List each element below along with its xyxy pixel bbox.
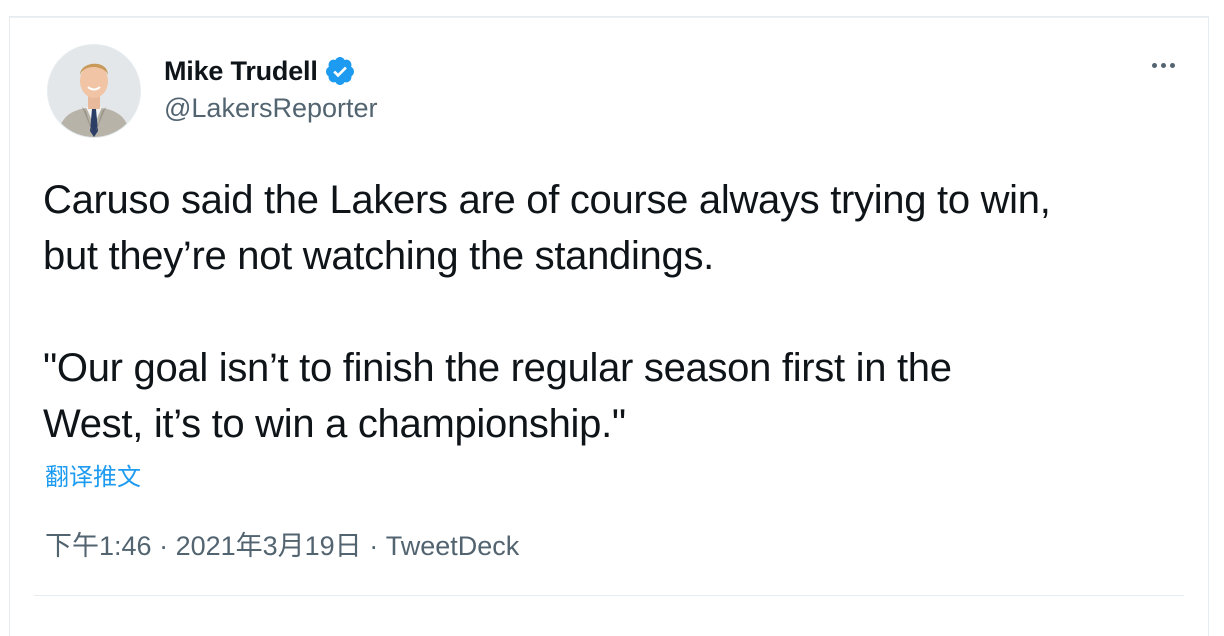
tweet-source[interactable]: TweetDeck — [386, 531, 520, 561]
author-handle[interactable]: @LakersReporter — [164, 93, 378, 124]
tweet-line: "Our goal isn’t to finish the regular se… — [43, 346, 952, 390]
top-divider — [10, 17, 1208, 18]
meta-separator: · — [361, 531, 386, 561]
meta-separator: · — [151, 531, 176, 561]
tweet-line: West, it’s to win a championship." — [43, 402, 626, 446]
bottom-divider — [34, 595, 1184, 596]
avatar-image — [48, 45, 140, 137]
tweet-date[interactable]: 2021年3月19日 — [176, 531, 362, 561]
tweet-meta: 下午1:46 · 2021年3月19日 · TweetDeck — [45, 524, 519, 563]
more-dot — [1169, 62, 1175, 68]
verified-badge-icon — [324, 55, 356, 87]
translate-tweet-link[interactable]: 翻译推文 — [45, 457, 141, 492]
tweet-time[interactable]: 下午1:46 — [45, 531, 152, 561]
more-dot — [1160, 62, 1166, 68]
more-dot — [1151, 62, 1157, 68]
avatar[interactable] — [47, 44, 141, 138]
author-name-row[interactable]: Mike Trudell — [164, 54, 356, 88]
tweet-card: Mike Trudell @LakersReporter Caruso said… — [9, 16, 1209, 636]
tweet-line: Caruso said the Lakers are of course alw… — [43, 178, 1051, 222]
tweet-line: but they’re not watching the standings. — [43, 234, 714, 278]
author-display-name[interactable]: Mike Trudell — [164, 56, 318, 87]
tweet-text: Caruso said the Lakers are of course alw… — [43, 172, 1193, 452]
more-options-icon[interactable] — [1146, 53, 1180, 77]
